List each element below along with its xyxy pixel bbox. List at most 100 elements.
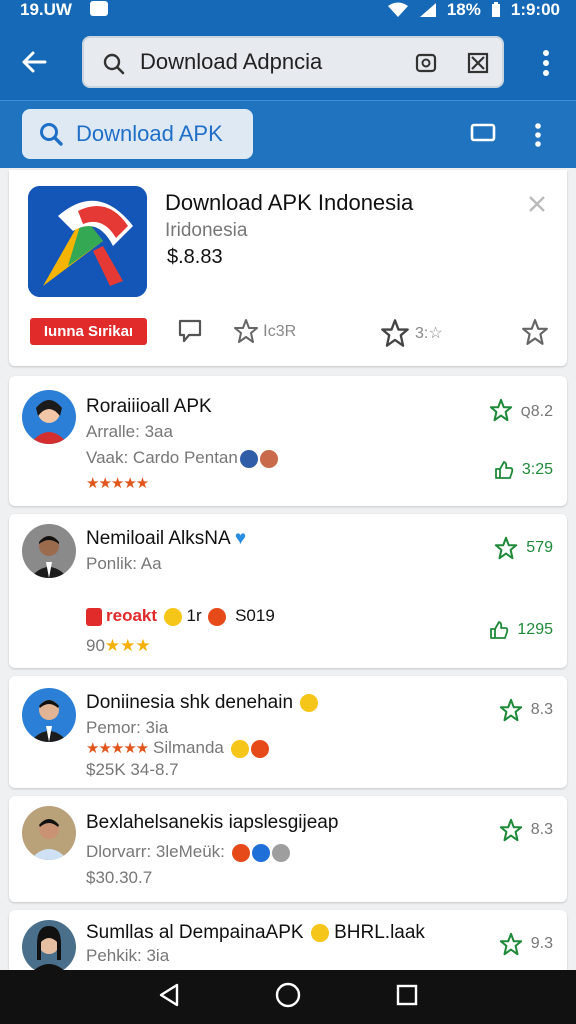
emoji-icon: [300, 693, 319, 712]
notification-icon: [90, 1, 108, 16]
search-icon: [103, 53, 125, 75]
review-tag-line: reoakt 1r S019: [86, 606, 275, 626]
wifi-icon: [387, 2, 408, 17]
rating-stat-1-value: Ⅰc3R: [263, 323, 297, 340]
rating-stat-2-value: 3:☆: [415, 325, 443, 342]
clear-icon[interactable]: [466, 51, 490, 75]
app-price: $.8.83: [167, 246, 223, 268]
signal-icon: [419, 3, 436, 17]
reviewer-name: Nemiloail AlksNA ♥: [86, 528, 247, 549]
system-nav-bar: [0, 970, 576, 1024]
overflow-menu-button[interactable]: [534, 48, 558, 78]
review-line-3: $25K 34-8.7: [86, 760, 179, 779]
emoji-icon: [259, 449, 278, 468]
app-logo-icon: [28, 186, 147, 297]
search-input[interactable]: [140, 47, 400, 77]
emoji-icon: [310, 923, 329, 942]
badge-button[interactable]: Iunna Sırikaı: [30, 318, 147, 345]
emoji-icon: [250, 739, 269, 758]
circle-home-icon: [275, 982, 301, 1007]
search-box[interactable]: [82, 36, 504, 88]
comment-button[interactable]: [177, 318, 203, 344]
nav-home-button[interactable]: [274, 981, 302, 1014]
square-recents-icon: [397, 984, 418, 1005]
sub-overflow-menu-button[interactable]: [528, 121, 548, 149]
review-line-1: Dlorvarr: 3leMeük:: [86, 842, 290, 862]
rating-stat-1[interactable]: Ⅰc3R: [233, 318, 296, 344]
emoji-icon: [208, 607, 227, 626]
status-bar: 19.UW 18% 1:9:00: [0, 0, 576, 22]
search-icon: [40, 123, 63, 146]
review-tag: reoakt: [86, 606, 157, 626]
review-line-2: Vaak: Cardo Pentan: [86, 448, 278, 468]
favorite-button[interactable]: [521, 318, 549, 346]
review-rating-stat[interactable]: 9.3: [499, 932, 553, 956]
comment-icon: [178, 319, 202, 343]
more-vert-icon: [543, 50, 549, 76]
emoji-icon: [231, 843, 250, 862]
star-rating: ★★★: [104, 636, 151, 655]
avatar: [22, 524, 76, 578]
battery-icon: [491, 2, 500, 17]
emoji-icon: [163, 607, 182, 626]
emoji-icon: [251, 843, 270, 862]
download-apk-search-pill[interactable]: Download APK: [22, 109, 253, 159]
heart-icon: ♥: [234, 528, 247, 549]
review-line-1: Pehkik: 3ia: [86, 946, 170, 965]
nav-back-button[interactable]: [157, 982, 181, 1013]
review-card[interactable]: Nemiloail AlksNA ♥ Ponlik: Aa reoakt 1r …: [9, 514, 567, 668]
emoji-icon: [271, 843, 290, 862]
window-icon[interactable]: [470, 123, 496, 143]
review-rating-stat[interactable]: 8.3: [499, 698, 553, 722]
arrow-left-icon: [22, 51, 47, 73]
thumbs-up-icon: [494, 461, 514, 479]
star-rating: ★★★★★: [86, 475, 149, 492]
close-icon[interactable]: [527, 194, 547, 214]
star-outline-icon: [522, 319, 548, 345]
avatar: [22, 920, 76, 974]
review-like-stat[interactable]: 1295: [489, 620, 553, 640]
review-rating-stat[interactable]: 8.3: [499, 818, 553, 842]
reviewer-name: Sumllas al DempainaAPK BHRL.laak: [86, 922, 425, 943]
app-title: Download APK Indonesia: [165, 190, 414, 215]
battery-percent: 18%: [446, 0, 481, 19]
review-card[interactable]: Roraiiioall APK Arralle: 3aa Vaak: Cardo…: [9, 376, 567, 506]
star-outline-icon: [234, 319, 258, 343]
review-card[interactable]: Bexlahelsanekis iapslesgijeap Dlorvarr: …: [9, 796, 567, 902]
review-line-1: Ponlik: Aa: [86, 554, 162, 573]
review-rating-stat[interactable]: 579: [494, 536, 553, 560]
back-button[interactable]: [14, 42, 54, 82]
emoji-icon: [239, 449, 258, 468]
reviewer-name: Bexlahelsanekis iapslesgijeap: [86, 812, 339, 833]
reviewer-name: Doniinesia shk denehain: [86, 692, 319, 714]
app-bar: [0, 22, 576, 100]
avatar: [22, 688, 76, 742]
camera-icon[interactable]: [414, 51, 438, 75]
rating-stat-2[interactable]: 3:☆: [379, 318, 443, 348]
nav-recents-button[interactable]: [395, 983, 419, 1012]
review-line-1: Pemor: 3ia: [86, 718, 169, 737]
avatar: [22, 390, 76, 444]
featured-app-card[interactable]: Download APK Indonesia Iridonesia $.8.83…: [9, 170, 567, 366]
review-line-1: Arralle: 3aa: [86, 422, 173, 441]
star-outline-icon: [499, 818, 522, 842]
star-outline-icon: [381, 319, 409, 347]
review-line-2: ★★★★★ Silmanda: [86, 738, 269, 758]
triangle-back-icon: [159, 983, 178, 1006]
star-outline-icon: [499, 932, 522, 956]
app-subtitle: Iridonesia: [165, 220, 248, 241]
reviewer-name: Roraiiioall APK: [86, 396, 212, 417]
star-outline-icon: [499, 698, 522, 722]
review-card[interactable]: Doniinesia shk denehain Pemor: 3ia ★★★★★…: [9, 676, 567, 788]
emoji-icon: [230, 739, 249, 758]
status-clock: 1:9:00: [510, 0, 560, 19]
review-line-3: 90★★★: [86, 636, 151, 655]
download-apk-label: Download APK: [76, 121, 223, 146]
review-like-stat[interactable]: 3:25: [494, 460, 553, 480]
status-time-left: 19.UW: [20, 0, 72, 19]
thumbs-up-icon: [490, 621, 509, 639]
review-line-3: $30.30.7: [86, 868, 153, 887]
star-outline-icon: [489, 398, 512, 422]
review-rating-stat[interactable]: ꞯ8.2: [489, 398, 553, 422]
sub-bar: Download APK: [0, 100, 576, 168]
